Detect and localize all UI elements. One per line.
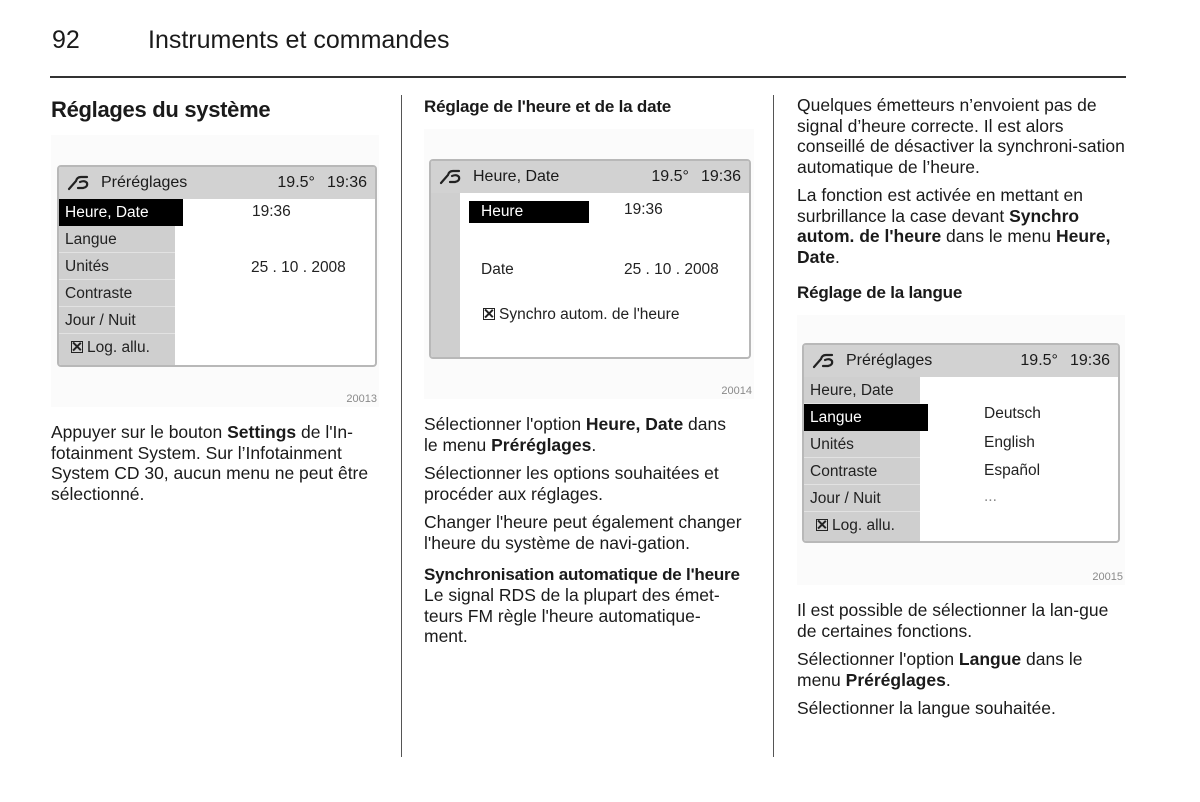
clock-readout: 19:36 xyxy=(1069,352,1110,369)
paragraph: Quelques émetteurs n’envoient pas de sig… xyxy=(797,95,1125,177)
sync-label: Synchro autom. de l'heure xyxy=(499,306,680,323)
column-1: Réglages du système Préréglages 19.5° 19:… xyxy=(51,95,381,512)
section-heading: Réglage de la langue xyxy=(797,283,963,302)
checkbox-checked-icon xyxy=(483,308,495,320)
figure-presets-screen: Préréglages 19.5° 19:36 Heure, Date Langu… xyxy=(51,135,379,407)
paragraph: Le signal RDS de la plupart des émet-teu… xyxy=(424,585,720,646)
paragraph: Il est possible de sélectionner la lan-g… xyxy=(797,600,1109,641)
screen-titlebar: Heure, Date 19.5° 19:36 xyxy=(431,161,749,193)
date-value: 25 . 10 . 2008 xyxy=(251,259,346,276)
settings-wrench-icon xyxy=(812,353,834,369)
paragraph: Sélectionner la langue souhaitée. xyxy=(797,698,1056,718)
menu-item-log-allu[interactable]: Log. allu. xyxy=(59,334,175,361)
temperature-readout: 19.5° xyxy=(277,174,315,191)
column-divider xyxy=(401,95,402,757)
temperature-readout: 19.5° xyxy=(651,168,689,185)
clock-readout: 19:36 xyxy=(700,168,741,185)
menu-item-contraste[interactable]: Contraste xyxy=(59,280,175,307)
menu-item-log-allu[interactable]: Log. allu. xyxy=(804,512,920,539)
column-3: Quelques émetteurs n’envoient pas de sig… xyxy=(797,95,1127,727)
language-option[interactable]: English xyxy=(984,434,1035,452)
menu-item-jour-nuit[interactable]: Jour / Nuit xyxy=(804,485,920,512)
paragraph: Changer l'heure peut également changer l… xyxy=(424,512,742,553)
field-heure[interactable]: Heure xyxy=(469,201,589,223)
figure-number: 20014 xyxy=(721,385,752,397)
checkbox-checked-icon xyxy=(71,341,83,353)
screen-title: Heure, Date xyxy=(473,168,560,185)
screen-title: Préréglages xyxy=(846,352,933,369)
menu-item-unites[interactable]: Unités xyxy=(804,431,920,458)
menu-list: Heure, Date Langue Unités Contraste Jour… xyxy=(59,199,183,365)
figure-number: 20013 xyxy=(346,393,377,405)
menu-item-heure-date[interactable]: Heure, Date xyxy=(59,199,183,226)
settings-wrench-icon xyxy=(439,169,461,185)
side-bar xyxy=(431,193,460,357)
language-option[interactable]: Deutsch xyxy=(984,405,1041,423)
screen-titlebar: Préréglages 19.5° 19:36 xyxy=(59,167,375,199)
time-value: 19:36 xyxy=(252,203,291,220)
figure-number: 20015 xyxy=(1092,571,1123,583)
infotainment-screen: Heure, Date 19.5° 19:36 Heure 19:36 Date … xyxy=(429,159,751,359)
checkbox-checked-icon xyxy=(816,519,828,531)
menu-item-heure-date[interactable]: Heure, Date xyxy=(804,377,920,404)
language-more[interactable]: ... xyxy=(984,488,997,506)
sub-heading: Synchronisation automatique de l'heure xyxy=(424,565,740,584)
header-rule xyxy=(50,76,1126,78)
menu-item-unites[interactable]: Unités xyxy=(59,253,175,280)
bold-term: Settings xyxy=(227,422,297,442)
paragraph: Appuyer sur le bouton Settings de l'In-f… xyxy=(51,422,369,504)
page-number: 92 xyxy=(52,26,80,54)
menu-item-contraste[interactable]: Contraste xyxy=(804,458,920,485)
paragraph: Sélectionner l'option Langue dans le men… xyxy=(797,649,1083,690)
section-heading: Réglage de l'heure et de la date xyxy=(424,97,672,116)
column-divider xyxy=(773,95,774,757)
menu-list: Heure, Date Langue Unités Contraste Jour… xyxy=(804,377,928,541)
screen-titlebar: Préréglages 19.5° 19:36 xyxy=(804,345,1118,377)
sync-checkbox[interactable]: Synchro autom. de l'heure xyxy=(483,306,679,324)
date-value: 25 . 10 . 2008 xyxy=(624,261,719,278)
paragraph: Sélectionner les options souhaitées et p… xyxy=(424,463,719,504)
language-option[interactable]: Español xyxy=(984,462,1040,480)
menu-item-langue[interactable]: Langue xyxy=(59,226,175,253)
column-2: Réglage de l'heure et de la date Heure, … xyxy=(424,95,754,655)
settings-wrench-icon xyxy=(67,175,89,191)
infotainment-screen: Préréglages 19.5° 19:36 Heure, Date Langu… xyxy=(57,165,377,367)
paragraph: Sélectionner l'option Heure, Date dans l… xyxy=(424,414,726,455)
figure-language-screen: Préréglages 19.5° 19:36 Heure, Date Langu… xyxy=(797,315,1125,585)
menu-item-langue[interactable]: Langue xyxy=(804,404,928,431)
menu-item-jour-nuit[interactable]: Jour / Nuit xyxy=(59,307,175,334)
field-date[interactable]: Date xyxy=(481,261,514,279)
temperature-readout: 19.5° xyxy=(1020,352,1058,369)
section-heading: Réglages du système xyxy=(51,97,271,122)
paragraph: La fonction est activée en mettant en su… xyxy=(797,185,1111,267)
figure-time-date-screen: Heure, Date 19.5° 19:36 Heure 19:36 Date … xyxy=(424,129,754,399)
menu-item-label: Log. allu. xyxy=(87,339,150,356)
menu-item-label: Log. allu. xyxy=(832,517,895,534)
clock-readout: 19:36 xyxy=(326,174,367,191)
page-header-title: Instruments et commandes xyxy=(148,26,450,54)
screen-title: Préréglages xyxy=(101,174,188,191)
heure-value: 19:36 xyxy=(624,201,663,218)
infotainment-screen: Préréglages 19.5° 19:36 Heure, Date Langu… xyxy=(802,343,1120,543)
